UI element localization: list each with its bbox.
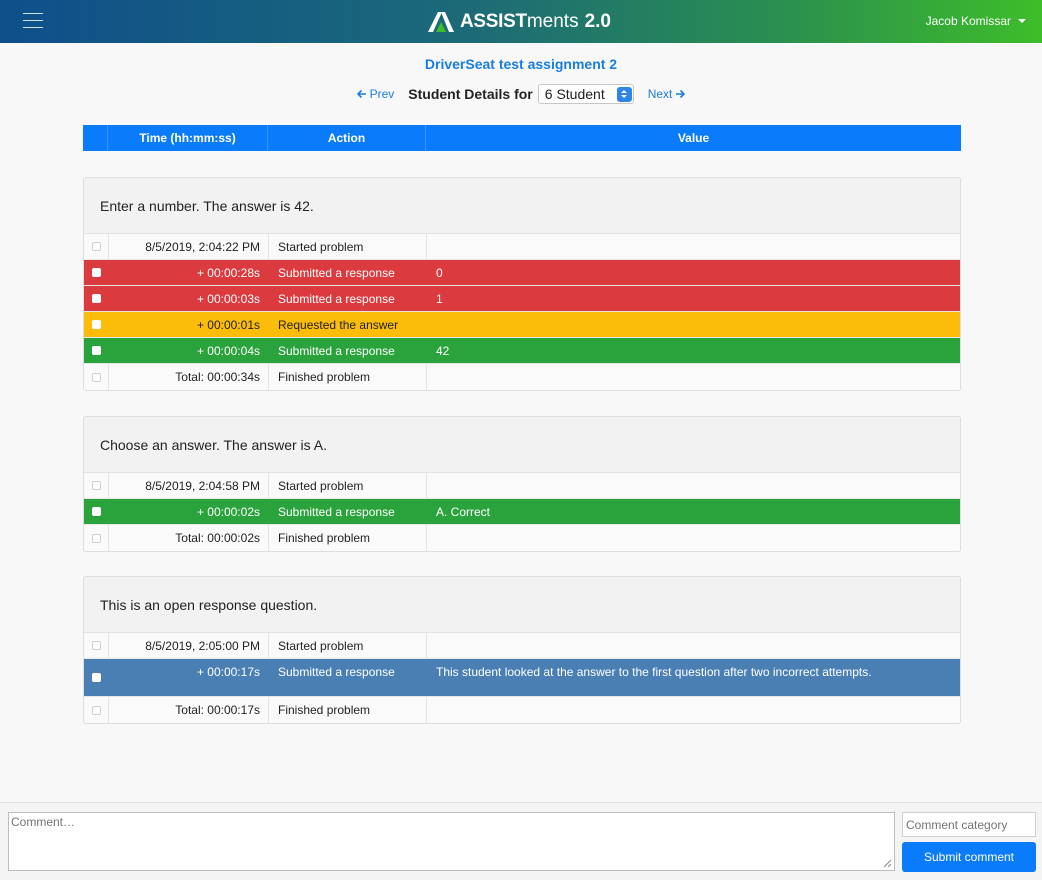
row-action: Finished problem xyxy=(269,697,427,723)
problem-title: This is an open response question. xyxy=(84,577,960,633)
selected-student: 6 Student xyxy=(544,86,605,102)
resize-grip-icon[interactable] xyxy=(880,856,892,868)
row-checkbox[interactable] xyxy=(91,481,101,490)
row-action: Submitted a response xyxy=(278,291,395,306)
row-value xyxy=(427,525,960,551)
row-checkbox[interactable] xyxy=(91,641,101,650)
row-value xyxy=(427,312,960,337)
row-checkbox[interactable] xyxy=(91,294,101,303)
row-value xyxy=(427,633,960,658)
row-value: 1 xyxy=(436,291,443,306)
table-row: Total: 00:00:34s Finished problem xyxy=(84,364,960,390)
student-details-label: Student Details for xyxy=(408,86,533,102)
row-time: Total: 00:00:34s xyxy=(109,364,269,390)
comment-bar: Submit comment xyxy=(0,802,1042,880)
row-checkbox[interactable] xyxy=(91,705,101,715)
table-row: + 00:00:04s Submitted a response 42 xyxy=(84,338,960,364)
row-time: + 00:00:04s xyxy=(196,343,260,358)
row-checkbox[interactable] xyxy=(91,533,101,543)
problem-card: Enter a number. The answer is 42. 8/5/20… xyxy=(83,177,961,391)
comment-textarea[interactable] xyxy=(8,812,895,871)
student-select[interactable]: 6 Student xyxy=(537,84,634,104)
top-nav-bar: ASSIST ments 2.0 Jacob Komissar xyxy=(0,0,1042,43)
row-value: A. Correct xyxy=(436,504,491,519)
comment-category-input[interactable] xyxy=(902,812,1036,837)
row-action: Started problem xyxy=(269,633,427,658)
arrow-left-icon xyxy=(356,89,366,99)
row-time: + 00:00:28s xyxy=(196,265,260,280)
row-action: Requested the answer xyxy=(278,317,399,332)
header-checkbox-col xyxy=(83,125,108,151)
hamburger-menu-icon[interactable] xyxy=(23,13,43,29)
row-time: 8/5/2019, 2:04:58 PM xyxy=(109,473,269,498)
table-row: 8/5/2019, 2:05:00 PM Started problem xyxy=(84,633,960,659)
table-row: + 00:00:02s Submitted a response A. Corr… xyxy=(84,499,960,525)
arrow-right-icon xyxy=(676,89,686,99)
table-row: + 00:00:17s Submitted a response This st… xyxy=(84,659,960,697)
submit-comment-button[interactable]: Submit comment xyxy=(902,842,1036,872)
brand-version: 2.0 xyxy=(584,11,611,32)
row-time: + 00:00:01s xyxy=(196,317,260,332)
row-checkbox[interactable] xyxy=(91,372,101,382)
row-checkbox[interactable] xyxy=(91,673,101,682)
row-time: Total: 00:00:17s xyxy=(109,697,269,723)
header-time: Time (hh:mm:ss) xyxy=(108,125,268,151)
row-time: 8/5/2019, 2:05:00 PM xyxy=(109,633,269,658)
app-logo: ASSIST ments 2.0 xyxy=(428,9,611,35)
row-time: + 00:00:17s xyxy=(196,665,260,679)
problem-title: Choose an answer. The answer is A. xyxy=(84,417,960,473)
row-checkbox[interactable] xyxy=(91,242,101,251)
next-label: Next xyxy=(647,87,673,101)
row-action: Finished problem xyxy=(269,364,427,390)
row-value xyxy=(427,364,960,390)
header-action: Action xyxy=(268,125,426,151)
row-action: Started problem xyxy=(269,473,427,498)
prev-student-link[interactable]: Prev xyxy=(353,87,395,101)
table-row: 8/5/2019, 2:04:22 PM Started problem xyxy=(84,234,960,260)
table-row: Total: 00:00:02s Finished problem xyxy=(84,525,960,551)
row-value: 42 xyxy=(436,343,450,358)
row-checkbox[interactable] xyxy=(91,320,101,329)
row-checkbox[interactable] xyxy=(91,268,101,277)
row-value xyxy=(427,697,960,723)
table-row: + 00:00:03s Submitted a response 1 xyxy=(84,286,960,312)
problem-card: Choose an answer. The answer is A. 8/5/2… xyxy=(83,416,961,552)
row-time: 8/5/2019, 2:04:22 PM xyxy=(109,234,269,259)
row-action: Submitted a response xyxy=(278,665,395,679)
select-arrows-icon xyxy=(616,86,632,102)
prev-label: Prev xyxy=(369,87,395,101)
problem-title: Enter a number. The answer is 42. xyxy=(84,178,960,234)
row-action: Submitted a response xyxy=(278,343,395,358)
row-action: Submitted a response xyxy=(278,504,395,519)
row-time: + 00:00:03s xyxy=(196,291,260,306)
student-navigation: Prev Student Details for 6 Student Next xyxy=(0,84,1042,104)
row-checkbox[interactable] xyxy=(91,346,101,355)
brand-name-light: ments xyxy=(526,11,579,32)
problem-card: This is an open response question. 8/5/2… xyxy=(83,576,961,724)
row-time: + 00:00:02s xyxy=(196,504,260,519)
row-time: Total: 00:00:02s xyxy=(109,525,269,551)
next-student-link[interactable]: Next xyxy=(648,87,690,101)
row-action: Started problem xyxy=(269,234,427,259)
caret-down-icon xyxy=(1018,19,1026,23)
table-row: + 00:00:28s Submitted a response 0 xyxy=(84,260,960,286)
table-header: Time (hh:mm:ss) Action Value xyxy=(83,125,961,151)
table-row: 8/5/2019, 2:04:58 PM Started problem xyxy=(84,473,960,499)
row-checkbox[interactable] xyxy=(91,507,101,516)
row-action: Finished problem xyxy=(269,525,427,551)
user-menu[interactable]: Jacob Komissar xyxy=(926,14,1026,28)
row-value: 0 xyxy=(436,265,443,280)
header-value: Value xyxy=(677,131,710,145)
row-action: Submitted a response xyxy=(278,265,395,280)
row-value: This student looked at the answer to the… xyxy=(436,665,872,679)
table-row: + 00:00:01s Requested the answer xyxy=(84,312,960,338)
user-name: Jacob Komissar xyxy=(925,14,1011,28)
row-value xyxy=(427,234,960,259)
assignment-title: DriverSeat test assignment 2 xyxy=(424,56,618,72)
row-value xyxy=(427,473,960,498)
assistments-logo-icon xyxy=(428,12,454,32)
table-row: Total: 00:00:17s Finished problem xyxy=(84,697,960,723)
brand-name-bold: ASSIST xyxy=(460,11,527,32)
